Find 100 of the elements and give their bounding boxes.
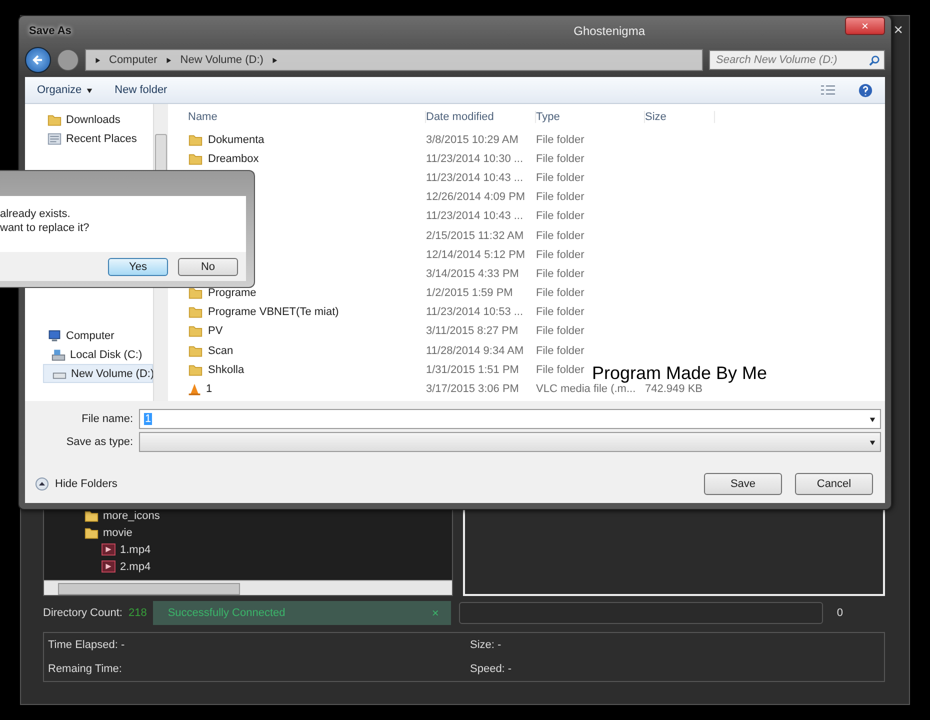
chevron-icon xyxy=(271,56,278,64)
hide-folders-button[interactable]: Hide Folders xyxy=(35,477,118,491)
date-cell-text: 11/23/2014 10:30 ... xyxy=(426,152,524,165)
date-cell-text: 3/17/2015 3:06 PM xyxy=(426,383,520,396)
date-cell-text: 2/15/2015 11:32 AM xyxy=(426,230,525,242)
date-cell-text: 11/23/2014 10:43 ... xyxy=(426,172,524,184)
address-bar[interactable]: Computer New Volume (D:) xyxy=(85,49,703,71)
date-cell-text: 11/23/2014 10:53 ... xyxy=(426,306,524,318)
date-cell-text: 11/28/2014 9:34 AM xyxy=(426,344,525,357)
type-cell-text: File folder xyxy=(536,210,586,222)
nav-item[interactable]: Local Disk (C:) xyxy=(43,345,153,364)
save-as-type-dropdown[interactable] xyxy=(139,432,881,452)
window-title: Ghostenigma xyxy=(574,24,645,38)
help-icon[interactable] xyxy=(858,82,873,98)
folder-icon xyxy=(188,362,203,377)
disk-drive-icon xyxy=(51,348,66,362)
back-button[interactable] xyxy=(25,47,51,73)
file-name-label: File name: xyxy=(80,413,133,425)
recent-places-icon xyxy=(47,132,62,146)
toolbar-button[interactable]: Organize xyxy=(37,84,93,96)
chevron-icon xyxy=(94,56,101,64)
file-name[interactable]: Programe xyxy=(208,287,256,300)
folder-icon xyxy=(188,152,203,166)
tree-item[interactable]: more_icons xyxy=(103,510,160,522)
collapse-icon xyxy=(35,477,49,491)
type-cell-text: File folder xyxy=(536,344,586,357)
type-cell-text: File folder xyxy=(536,172,586,184)
info-text: Remaing Time: xyxy=(48,663,123,675)
type-cell-text: File folder xyxy=(536,268,586,280)
info-text: Time Elapsed: - xyxy=(48,639,126,651)
info-text: Size: - xyxy=(470,639,502,651)
horizontal-scrollbar[interactable] xyxy=(44,580,452,595)
nav-item[interactable]: Recent Places xyxy=(43,129,153,148)
message-text: want to replace it? xyxy=(0,222,90,234)
caret-icon xyxy=(869,438,876,446)
tree-item[interactable]: 2.mp4 xyxy=(120,560,151,572)
type-cell-text: File folder xyxy=(536,134,586,146)
breadcrumb-item[interactable]: Computer xyxy=(109,54,158,66)
close-button[interactable]: × xyxy=(845,17,885,35)
file-name[interactable]: Programe VBNET(Te miat) xyxy=(208,306,339,318)
date-cell-text: 3/8/2015 10:29 AM xyxy=(426,134,520,146)
nav-item[interactable]: Computer xyxy=(43,326,153,345)
file-name[interactable]: PV xyxy=(208,325,223,338)
date-cell-text: 12/26/2014 4:09 PM xyxy=(426,191,526,204)
column-header[interactable]: Date modified xyxy=(426,111,536,123)
computer-icon xyxy=(47,328,62,342)
type-cell-text: File folder xyxy=(536,248,586,261)
size-cell: 742.949 KB xyxy=(645,383,702,396)
dialog-button[interactable]: Yes xyxy=(108,258,168,276)
folder-icon xyxy=(188,344,203,358)
date-cell-text: 1/31/2015 1:51 PM xyxy=(426,364,520,376)
date-cell-text: 3/11/2015 8:27 PM xyxy=(426,325,520,338)
column-header[interactable]: Size xyxy=(645,111,715,123)
file-name[interactable]: 1 xyxy=(206,383,212,396)
tree-item[interactable]: movie xyxy=(103,526,132,538)
message-text: already exists. xyxy=(0,208,72,220)
download-folder-icon xyxy=(47,112,62,126)
type-cell-text: File folder xyxy=(536,230,586,242)
folder-icon xyxy=(188,132,203,147)
file-name[interactable]: Scan xyxy=(208,344,234,357)
file-name[interactable]: Dreambox xyxy=(208,152,259,165)
dialog-button[interactable]: No xyxy=(178,258,238,276)
breadcrumb-item[interactable]: New Volume (D:) xyxy=(180,54,264,66)
search-icon xyxy=(869,54,880,66)
progress-reading: 0 xyxy=(836,607,843,619)
folder-icon xyxy=(188,324,203,338)
file-name[interactable]: Dokumenta xyxy=(208,134,264,146)
file-name[interactable]: Shkolla xyxy=(208,364,244,376)
traffic-cone-icon xyxy=(188,382,201,396)
nav-item[interactable]: Downloads xyxy=(43,110,153,129)
dialog-title: Save As xyxy=(29,25,72,37)
view-options-icon[interactable] xyxy=(820,84,836,96)
tree-item[interactable]: 1.mp4 xyxy=(120,544,151,556)
search-field[interactable]: Search New Volume (D:) xyxy=(709,50,885,70)
video-file-icon xyxy=(101,560,116,573)
date-cell-text: 11/23/2014 10:43 ... xyxy=(426,210,524,222)
type-cell-text: File folder xyxy=(536,306,586,318)
nav-item[interactable]: New Volume (D:) xyxy=(43,364,153,383)
directory-count-label: Directory Count: xyxy=(43,607,122,619)
dialog-button[interactable]: Save xyxy=(704,473,782,495)
type-cell-text: VLC media file (.m... xyxy=(536,383,637,396)
status-text: Successfully Connected xyxy=(168,607,286,619)
date-cell-text: 3/14/2015 4:33 PM xyxy=(426,268,520,280)
forward-button[interactable] xyxy=(57,49,79,71)
folder-icon xyxy=(188,305,203,320)
column-header[interactable]: Type xyxy=(536,111,645,123)
folder-icon xyxy=(84,526,99,540)
dialog-button[interactable]: Cancel xyxy=(795,473,873,495)
save-as-type-label: Save as type: xyxy=(65,436,133,448)
date-cell-text: 12/14/2014 5:12 PM xyxy=(426,248,526,261)
directory-count: 218 xyxy=(128,607,147,619)
info-text: Speed: - xyxy=(470,663,513,675)
caret-icon xyxy=(86,86,93,94)
video-file-icon xyxy=(101,543,116,556)
column-header[interactable]: Name xyxy=(188,111,426,123)
chevron-icon xyxy=(165,56,172,64)
close-button[interactable]: × xyxy=(890,22,907,40)
toolbar-button[interactable]: New folder xyxy=(114,84,168,96)
type-cell-text: File folder xyxy=(536,287,586,300)
type-cell-text: File folder xyxy=(536,152,586,165)
